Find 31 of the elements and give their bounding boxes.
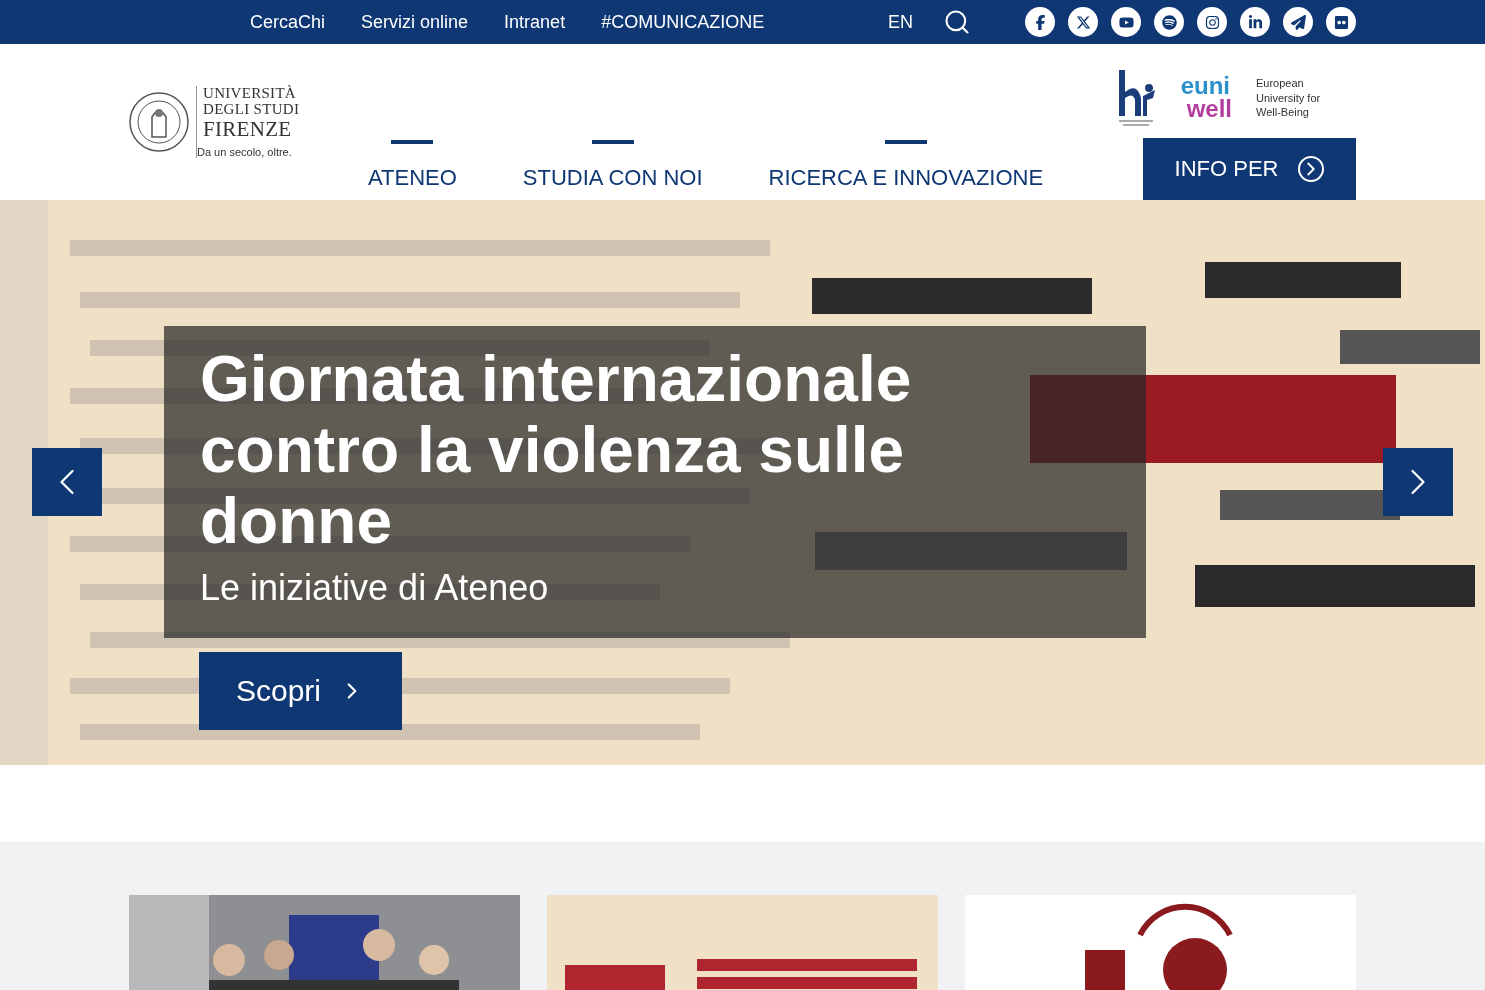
- top-link[interactable]: CercaChi: [250, 11, 326, 33]
- well-logo-text: well: [1186, 98, 1232, 121]
- nav-link[interactable]: ATENEO: [368, 140, 457, 194]
- nav-link[interactable]: RICERCA E INNOVAZIONE: [768, 140, 1044, 194]
- seal-icon: [128, 91, 190, 153]
- x-icon[interactable]: [1068, 7, 1098, 37]
- spotify-icon[interactable]: [1154, 7, 1184, 37]
- instagram-icon[interactable]: [1197, 7, 1227, 37]
- logo-text: FIRENZE: [203, 117, 293, 140]
- flickr-icon[interactable]: [1326, 7, 1356, 37]
- top-link[interactable]: Intranet: [504, 11, 566, 33]
- youtube-icon[interactable]: [1111, 7, 1141, 37]
- search-icon[interactable]: [943, 8, 971, 36]
- info-per-button[interactable]: INFO PER: [1143, 138, 1356, 200]
- facebook-icon[interactable]: [1025, 7, 1055, 37]
- top-link[interactable]: Servizi online: [361, 11, 469, 33]
- logo-text: DEGLI STUDI: [203, 101, 300, 118]
- euni-logo-text: euni: [1180, 75, 1230, 98]
- telegram-icon[interactable]: [1283, 7, 1313, 37]
- linkedin-icon[interactable]: [1240, 7, 1270, 37]
- chevron-icon: [1298, 156, 1325, 182]
- logo-caption: European University for Well-Being: [1256, 75, 1322, 121]
- logo-text: UNIVERSITÀ: [203, 86, 297, 102]
- top-link[interactable]: #COMUNICAZIONE: [601, 11, 765, 33]
- nav-link[interactable]: STUDIA CON NOI: [522, 140, 703, 194]
- hero-subtitle: Le iniziative di Ateneo: [200, 567, 550, 609]
- language-link[interactable]: EN: [888, 11, 913, 33]
- hero-title: Giornata internazionale contro la violenza sulle donne: [200, 344, 913, 557]
- hr-logo-icon: [1116, 68, 1157, 128]
- scopri-button[interactable]: Scopri: [199, 652, 402, 730]
- logo-tagline: Da un secolo, oltre.: [197, 145, 293, 158]
